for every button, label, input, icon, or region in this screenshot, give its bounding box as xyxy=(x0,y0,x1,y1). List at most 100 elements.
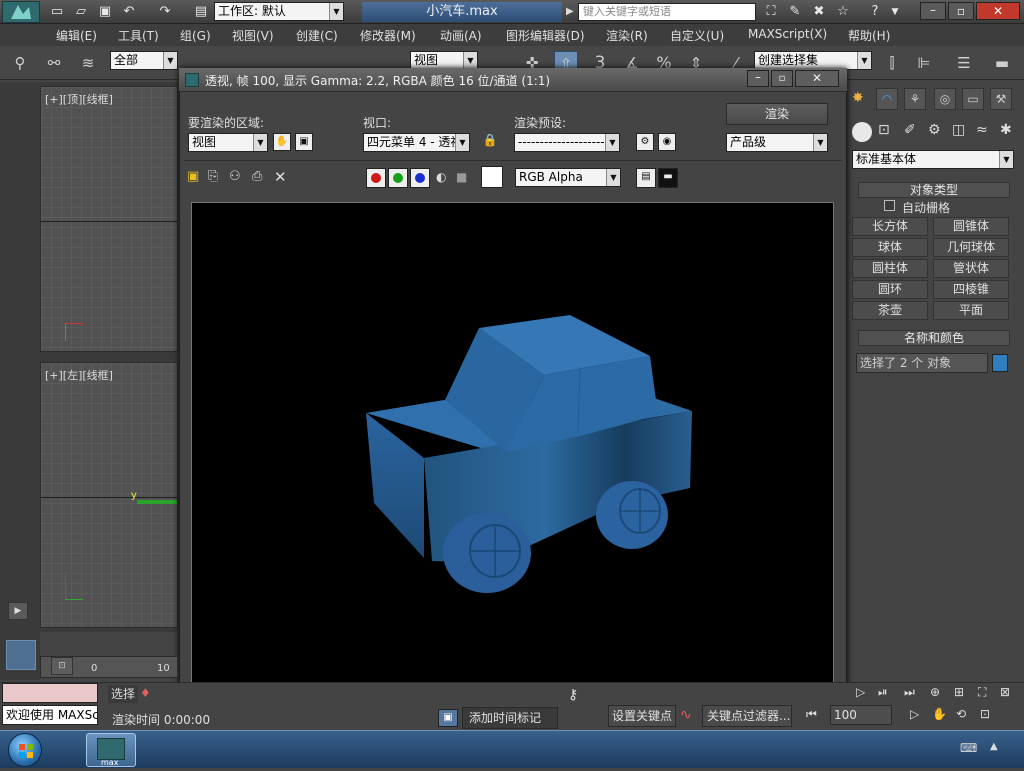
red-channel-button[interactable] xyxy=(366,168,386,188)
close-button[interactable]: ✕ xyxy=(976,2,1020,20)
left-viewport[interactable]: [+][左][线框] y xyxy=(40,362,178,628)
unlink-icon[interactable]: ⚯ xyxy=(42,51,66,75)
zoom-icon[interactable]: ⊕ xyxy=(930,685,940,699)
taskbar-3dsmax-button[interactable]: max xyxy=(86,733,136,767)
time-tag-icon[interactable]: ▣ xyxy=(438,709,458,727)
cameras-icon[interactable]: ⚙ xyxy=(928,122,941,138)
minimize-button[interactable]: – xyxy=(920,2,946,20)
menu-animation[interactable]: 动画(A) xyxy=(440,27,482,44)
maxscript-listener-pink[interactable] xyxy=(2,683,98,703)
helpers-icon[interactable]: ◫ xyxy=(952,122,965,138)
hierarchy-tab-icon[interactable]: ⚘ xyxy=(904,88,926,110)
teapot-button[interactable]: 茶壶 xyxy=(852,301,928,320)
top-viewport[interactable]: [+][顶][线框] xyxy=(40,86,178,352)
workspace-dropdown[interactable]: 工作区: 默认 ▼ xyxy=(214,2,344,21)
link-icon[interactable]: ⚲ xyxy=(8,51,32,75)
render-window-minimize[interactable]: – xyxy=(747,70,769,87)
play-panel-icon[interactable]: ▶ xyxy=(8,602,28,620)
align-icon[interactable]: ⊫ xyxy=(912,51,936,75)
sun-icon[interactable]: ✸ xyxy=(852,90,870,108)
geosphere-button[interactable]: 几何球体 xyxy=(933,238,1009,257)
subscription-icon[interactable]: ✎ xyxy=(786,3,804,21)
modify-tab-icon[interactable]: ◠ xyxy=(876,88,898,110)
render-setup-icon[interactable]: ⚙ xyxy=(636,133,654,151)
object-category-dropdown[interactable]: 标准基本体 ▼ xyxy=(852,150,1014,169)
new-file-icon[interactable]: ▭ xyxy=(48,3,66,21)
communication-icon[interactable]: ✖ xyxy=(810,3,828,21)
expand-arrow-icon[interactable]: ▶ xyxy=(566,3,576,21)
menu-customize[interactable]: 自定义(U) xyxy=(670,27,724,44)
pyramid-button[interactable]: 四棱锥 xyxy=(933,280,1009,299)
open-file-icon[interactable]: ▱ xyxy=(72,3,90,21)
motion-tab-icon[interactable]: ◎ xyxy=(934,88,956,110)
render-preset-dropdown[interactable]: -------------------- ▼ xyxy=(514,133,620,152)
menu-create[interactable]: 创建(C) xyxy=(296,27,338,44)
viewport-layout-icon[interactable] xyxy=(6,640,36,670)
render-button[interactable]: 渲染 xyxy=(726,103,828,125)
systems-icon[interactable]: ✱ xyxy=(1000,122,1012,138)
menu-tools[interactable]: 工具(T) xyxy=(118,27,159,44)
name-color-rollout[interactable]: 名称和颜色 xyxy=(858,330,1010,346)
clone-window-icon[interactable]: ⚇ xyxy=(229,169,241,184)
viewport-dropdown[interactable]: 四元菜单 4 - 透视 ▼ xyxy=(363,133,470,152)
spacewarps-icon[interactable]: ≈ xyxy=(976,122,988,138)
geometry-icon[interactable] xyxy=(852,122,872,142)
render-window-maximize[interactable]: ▫ xyxy=(771,70,793,87)
monochrome-icon[interactable]: ■ xyxy=(456,170,467,184)
shapes-icon[interactable]: ⊡ xyxy=(878,122,890,138)
field-of-view-icon[interactable]: ▷ xyxy=(910,707,919,721)
undo-icon[interactable]: ↶ xyxy=(120,3,138,21)
object-color-swatch[interactable] xyxy=(992,354,1008,372)
orbit-icon[interactable]: ⟲ xyxy=(956,707,966,721)
left-viewport-label[interactable]: [+][左][线框] xyxy=(45,367,113,383)
print-image-icon[interactable]: ⎙ xyxy=(252,169,262,184)
goto-start-icon[interactable]: ⏮ xyxy=(806,707,817,722)
bind-spacewarp-icon[interactable]: ≋ xyxy=(76,51,100,75)
render-quality-dropdown[interactable]: 产品级 ▼ xyxy=(726,133,828,152)
toggle-ui-overlay-icon[interactable]: ▤ xyxy=(636,168,656,188)
top-viewport-label[interactable]: [+][顶][线框] xyxy=(45,91,113,107)
sphere-button[interactable]: 球体 xyxy=(852,238,928,257)
maximize-viewport-icon[interactable]: ⊡ xyxy=(980,707,990,721)
lights-icon[interactable]: ✐ xyxy=(904,122,916,138)
cone-button[interactable]: 圆锥体 xyxy=(933,217,1009,236)
selection-filter-dropdown[interactable]: 全部 ▼ xyxy=(110,51,178,70)
save-file-icon[interactable]: ▣ xyxy=(96,3,114,21)
torus-button[interactable]: 圆环 xyxy=(852,280,928,299)
maximize-button[interactable]: ▫ xyxy=(948,2,974,20)
redo-icon[interactable]: ↷ xyxy=(156,3,174,21)
set-key-button[interactable]: 设置关键点 xyxy=(608,705,676,727)
blue-channel-button[interactable] xyxy=(410,168,430,188)
zoom-extents-icon[interactable]: ⛶ xyxy=(978,685,986,700)
green-channel-button[interactable] xyxy=(388,168,408,188)
edit-region-icon[interactable]: ✋ xyxy=(273,133,291,151)
time-slider-handle[interactable]: ⊡ xyxy=(51,657,73,675)
utilities-tab-icon[interactable]: ⚒ xyxy=(990,88,1012,110)
menu-edit[interactable]: 编辑(E) xyxy=(56,27,97,44)
lock-viewport-icon[interactable]: 🔒 xyxy=(482,133,498,151)
toggle-ui-icon[interactable]: ▬ xyxy=(658,168,678,188)
render-window-close[interactable]: ✕ xyxy=(795,70,839,87)
save-image-icon[interactable]: ▣ xyxy=(187,169,199,184)
box-button[interactable]: 长方体 xyxy=(852,217,928,236)
menu-views[interactable]: 视图(V) xyxy=(232,27,274,44)
display-tab-icon[interactable]: ▭ xyxy=(962,88,984,110)
key-icon[interactable]: ⚷ xyxy=(568,687,578,703)
next-frame-icon[interactable]: ⏯ xyxy=(878,685,888,700)
timeline-track[interactable]: ⊡ 0 10 xyxy=(40,656,178,678)
menu-group[interactable]: 组(G) xyxy=(180,27,211,44)
help-icon[interactable]: ? xyxy=(866,3,884,21)
help-dropdown-icon[interactable]: ▼ xyxy=(886,3,904,21)
clear-image-icon[interactable]: ✕ xyxy=(274,168,287,186)
current-frame-field[interactable]: 100 xyxy=(830,705,892,725)
tray-expand-icon[interactable]: ▲ xyxy=(990,741,998,752)
tube-button[interactable]: 管状体 xyxy=(933,259,1009,278)
alpha-channel-icon[interactable]: ◐ xyxy=(436,170,446,184)
favorites-star-icon[interactable]: ☆ xyxy=(834,3,852,21)
start-button[interactable] xyxy=(8,733,42,767)
app-logo-icon[interactable] xyxy=(2,1,40,23)
layer-manager-icon[interactable]: ☰ xyxy=(952,51,976,75)
menu-modifiers[interactable]: 修改器(M) xyxy=(360,27,416,44)
autogrid-checkbox[interactable] xyxy=(884,200,895,211)
keyboard-icon[interactable]: ⌨ xyxy=(960,741,977,755)
